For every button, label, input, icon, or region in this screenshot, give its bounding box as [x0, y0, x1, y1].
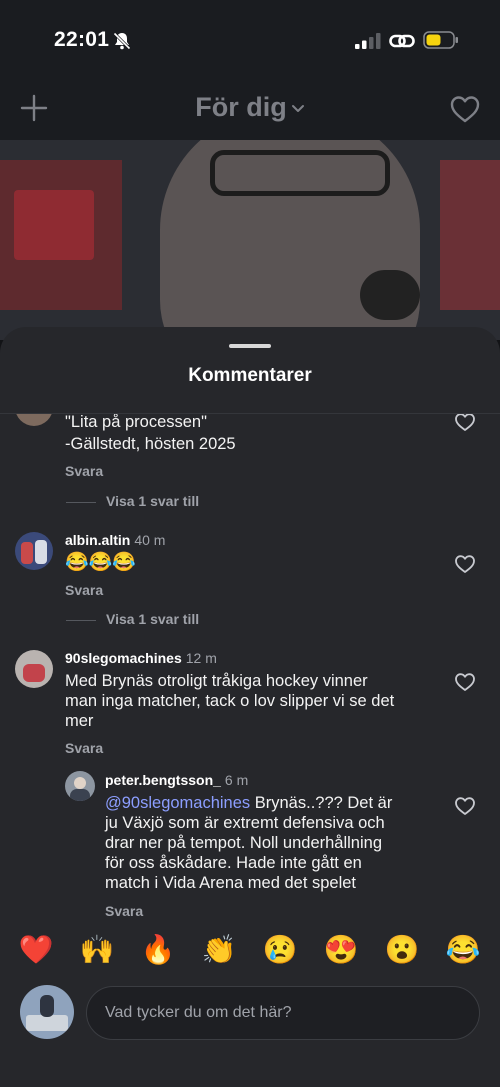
sponsor-logo — [14, 190, 94, 260]
comment-username[interactable]: 90slegomachines 12 m — [65, 650, 217, 666]
comment-time: 40 m — [134, 532, 166, 548]
emoji-raised-hands[interactable]: 🙌 — [77, 930, 117, 970]
emoji-reaction-bar: ❤️ 🙌 🔥 👏 😢 😍 😮 😂 — [0, 922, 500, 982]
cell-signal-icon — [355, 33, 381, 49]
emoji-heart[interactable]: ❤️ — [16, 930, 56, 970]
mention-link[interactable]: @90slegomachines — [105, 794, 250, 812]
reply-button[interactable]: Svara — [65, 463, 103, 479]
chevron-down-icon — [291, 104, 304, 112]
comment-time: 12 m — [185, 650, 217, 666]
status-time: 22:01 — [54, 28, 110, 51]
comment-text: 😂😂😂 — [65, 552, 136, 573]
emoji-crying[interactable]: 😢 — [260, 930, 300, 970]
like-heart-icon[interactable] — [454, 414, 476, 432]
like-heart-icon[interactable] — [454, 796, 476, 816]
link-icon — [389, 34, 415, 48]
view-more-replies[interactable]: Visa 1 svar till — [106, 611, 199, 627]
comment-time: 6 m — [224, 772, 249, 788]
current-user-avatar[interactable] — [20, 985, 74, 1039]
avatar[interactable] — [15, 414, 53, 426]
video-background — [0, 140, 500, 340]
status-bar: 22:01 — [0, 0, 500, 80]
sheet-grabber[interactable] — [229, 344, 271, 348]
comment-text: @90slegomachines Brynäs..??? Det är ju V… — [105, 794, 393, 892]
comments-list[interactable]: "Lita på processen" -Gällstedt, hösten 2… — [0, 414, 500, 919]
microphone — [360, 270, 420, 320]
battery-icon — [423, 31, 458, 49]
comment-input[interactable] — [87, 987, 479, 1039]
heart-icon[interactable] — [449, 94, 481, 124]
bell-muted-icon — [112, 31, 132, 51]
reply-button[interactable]: Svara — [65, 582, 103, 598]
comment-text: Med Brynäs otroligt tråkiga hockey vinne… — [65, 672, 395, 730]
emoji-laughing[interactable]: 😂 — [443, 930, 483, 970]
avatar[interactable] — [65, 771, 95, 801]
reply-button[interactable]: Svara — [105, 903, 143, 919]
comment-username[interactable]: peter.bengtsson_ 6 m — [105, 772, 248, 788]
comment-composer[interactable] — [86, 986, 480, 1040]
emoji-heart-eyes[interactable]: 😍 — [321, 930, 361, 970]
avatar[interactable] — [15, 532, 53, 570]
view-more-replies[interactable]: Visa 1 svar till — [106, 493, 199, 509]
like-heart-icon[interactable] — [454, 554, 476, 574]
feed-selector[interactable]: För dig — [0, 92, 500, 123]
comment-text: "Lita på processen" — [65, 414, 207, 431]
reply-button[interactable]: Svara — [65, 740, 103, 756]
feed-title: För dig — [195, 92, 287, 122]
sheet-title: Kommentarer — [188, 365, 312, 386]
like-heart-icon[interactable] — [454, 672, 476, 692]
comment-text: -Gällstedt, hösten 2025 — [65, 435, 236, 453]
app-header: För dig — [0, 80, 500, 140]
emoji-clapping[interactable]: 👏 — [199, 930, 239, 970]
comment-username[interactable]: albin.altin 40 m — [65, 532, 165, 548]
emoji-fire[interactable]: 🔥 — [138, 930, 178, 970]
emoji-surprised[interactable]: 😮 — [382, 930, 422, 970]
avatar[interactable] — [15, 650, 53, 688]
